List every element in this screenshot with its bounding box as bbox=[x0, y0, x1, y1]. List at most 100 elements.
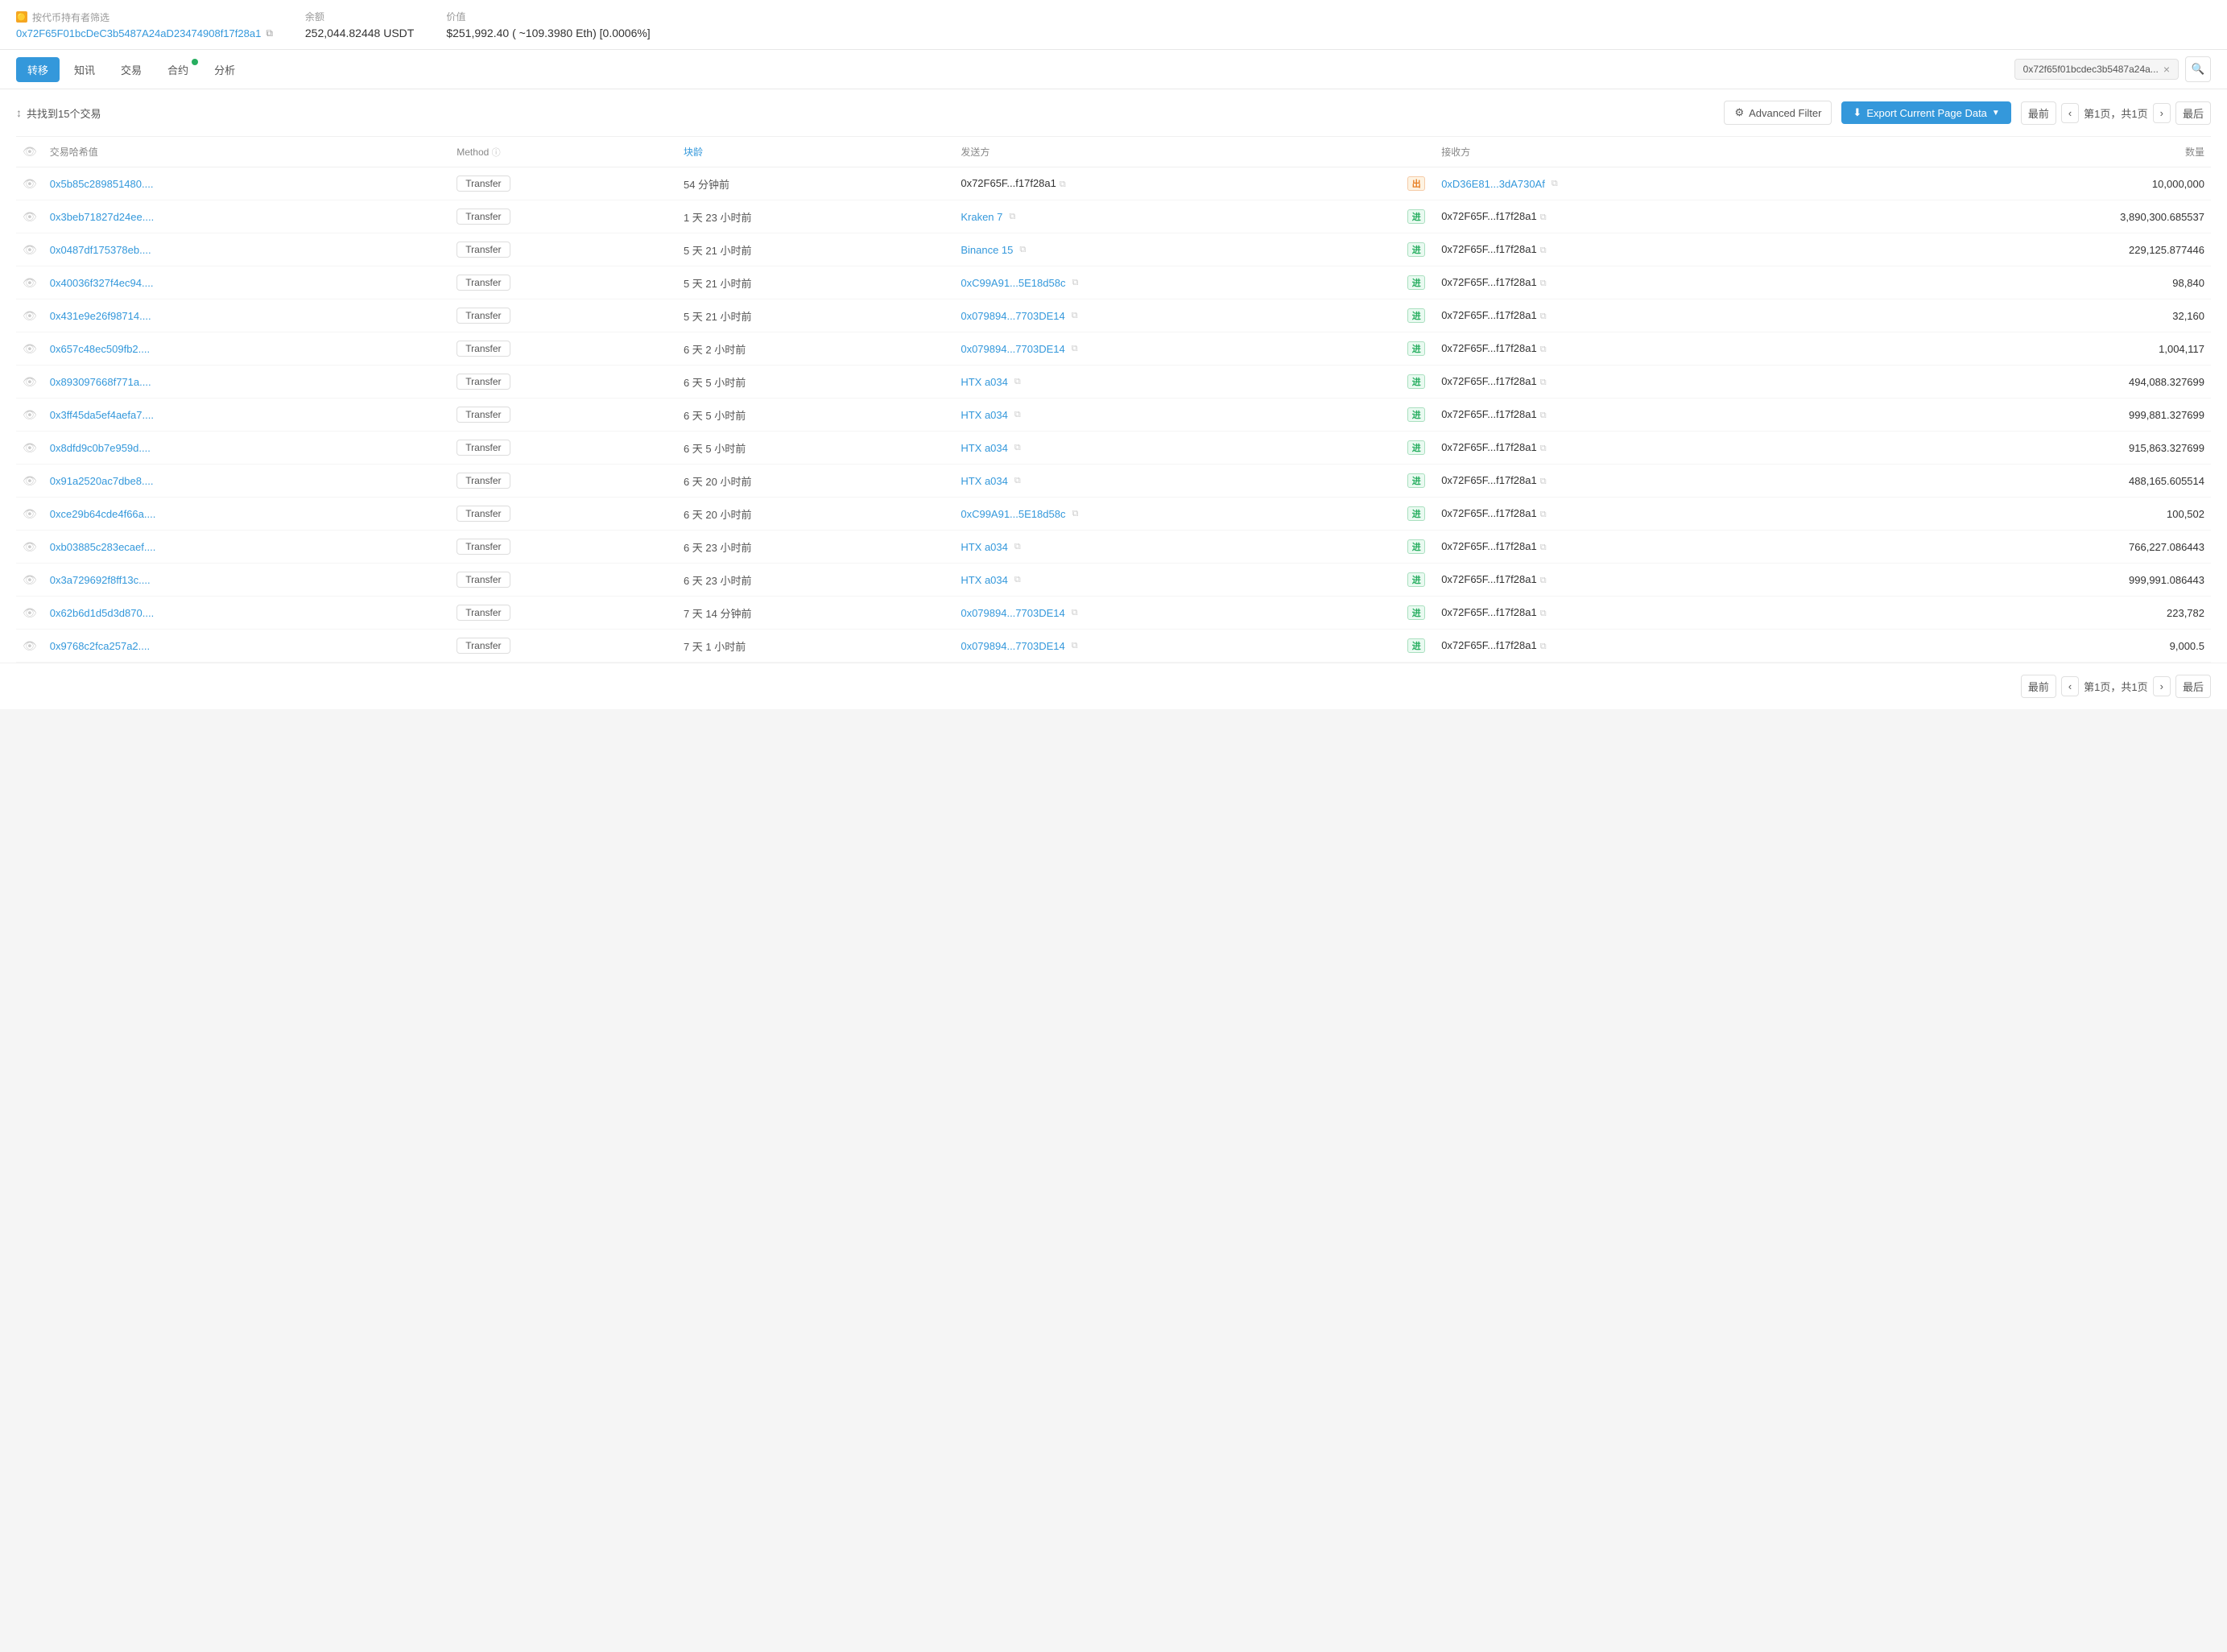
bottom-prev-page-button[interactable]: ‹ bbox=[2061, 676, 2079, 696]
from-address-link[interactable]: Kraken 7⧉ bbox=[961, 211, 1394, 223]
prev-page-button[interactable]: ‹ bbox=[2061, 103, 2079, 123]
copy-from-icon[interactable]: ⧉ bbox=[1014, 575, 1021, 585]
copy-from-icon[interactable]: ⧉ bbox=[1014, 542, 1021, 552]
next-page-button[interactable]: › bbox=[2153, 103, 2171, 123]
first-page-button[interactable]: 最前 bbox=[2021, 101, 2056, 125]
advanced-filter-button[interactable]: ⚙ Advanced Filter bbox=[1724, 101, 1832, 125]
from-address-link[interactable]: HTX a034⧉ bbox=[961, 376, 1394, 388]
copy-from-icon[interactable]: ⧉ bbox=[1072, 278, 1078, 288]
row-eye-icon[interactable]: 👁 bbox=[23, 309, 37, 322]
table-row: 👁 0x8dfd9c0b7e959d.... Transfer 6 天 5 小时… bbox=[16, 432, 2211, 465]
row-eye-icon[interactable]: 👁 bbox=[23, 606, 37, 619]
copy-to-icon[interactable]: ⧉ bbox=[1551, 179, 1558, 189]
tx-hash-link[interactable]: 0x91a2520ac7dbe8.... bbox=[50, 475, 154, 487]
row-eye-icon[interactable]: 👁 bbox=[23, 441, 37, 454]
tx-hash-link[interactable]: 0x431e9e26f98714.... bbox=[50, 310, 151, 322]
from-address-link[interactable]: HTX a034⧉ bbox=[961, 574, 1394, 586]
address-display[interactable]: 0x72F65F01bcDeC3b5487A24aD23474908f17f28… bbox=[16, 27, 273, 39]
tab-info[interactable]: 知讯 bbox=[63, 57, 106, 82]
copy-address-icon[interactable]: ⧉ bbox=[266, 27, 273, 39]
from-address-link[interactable]: 0xC99A91...5E18d58c⧉ bbox=[961, 508, 1394, 520]
copy-to-icon[interactable]: ⧉ bbox=[1540, 312, 1547, 321]
copy-to-icon[interactable]: ⧉ bbox=[1540, 609, 1547, 618]
from-address-link[interactable]: 0x079894...7703DE14⧉ bbox=[961, 343, 1394, 355]
cell-direction: 进 bbox=[1401, 366, 1435, 399]
row-eye-icon[interactable]: 👁 bbox=[23, 276, 37, 289]
from-address-link[interactable]: 0x079894...7703DE14⧉ bbox=[961, 640, 1394, 652]
tx-hash-link[interactable]: 0x5b85c289851480.... bbox=[50, 178, 154, 190]
tx-hash-link[interactable]: 0x3beb71827d24ee.... bbox=[50, 211, 154, 223]
tx-hash-link[interactable]: 0xce29b64cde4f66a.... bbox=[50, 508, 156, 520]
tx-hash-link[interactable]: 0x9768c2fca257a2.... bbox=[50, 640, 150, 652]
tx-hash-link[interactable]: 0x62b6d1d5d3d870.... bbox=[50, 607, 154, 619]
copy-to-icon[interactable]: ⧉ bbox=[1540, 477, 1547, 486]
copy-from-icon[interactable]: ⧉ bbox=[1019, 245, 1026, 255]
row-eye-icon[interactable]: 👁 bbox=[23, 474, 37, 487]
from-address-link[interactable]: HTX a034⧉ bbox=[961, 475, 1394, 487]
row-eye-icon[interactable]: 👁 bbox=[23, 210, 37, 223]
row-eye-icon[interactable]: 👁 bbox=[23, 507, 37, 520]
tab-trade[interactable]: 交易 bbox=[109, 57, 153, 82]
row-eye-icon[interactable]: 👁 bbox=[23, 408, 37, 421]
pill-close-icon[interactable]: × bbox=[2163, 63, 2170, 76]
direction-badge: 进 bbox=[1407, 374, 1425, 389]
from-address-link[interactable]: HTX a034⧉ bbox=[961, 541, 1394, 553]
copy-to-icon[interactable]: ⧉ bbox=[1540, 444, 1547, 453]
row-eye-icon[interactable]: 👁 bbox=[23, 375, 37, 388]
bottom-last-page-button[interactable]: 最后 bbox=[2175, 675, 2211, 698]
tx-hash-link[interactable]: 0x8dfd9c0b7e959d.... bbox=[50, 442, 151, 454]
export-button[interactable]: ⬇ Export Current Page Data ▼ bbox=[1841, 101, 2010, 124]
to-address-text: 0x72F65F...f17f28a1⧉ bbox=[1441, 540, 1546, 553]
copy-from-icon[interactable]: ⧉ bbox=[1014, 377, 1021, 387]
copy-from-icon[interactable]: ⧉ bbox=[1072, 641, 1078, 651]
copy-from-icon[interactable]: ⧉ bbox=[1014, 476, 1021, 486]
copy-from-icon[interactable]: ⧉ bbox=[1009, 212, 1015, 222]
tab-analysis[interactable]: 分析 bbox=[203, 57, 246, 82]
copy-to-icon[interactable]: ⧉ bbox=[1540, 411, 1547, 420]
from-address-link[interactable]: 0xC99A91...5E18d58c⧉ bbox=[961, 277, 1394, 289]
copy-to-icon[interactable]: ⧉ bbox=[1540, 246, 1547, 255]
to-address-text: 0x72F65F...f17f28a1⧉ bbox=[1441, 375, 1546, 388]
row-eye-icon[interactable]: 👁 bbox=[23, 243, 37, 256]
row-eye-icon[interactable]: 👁 bbox=[23, 177, 37, 190]
from-address-link[interactable]: 0x079894...7703DE14⧉ bbox=[961, 310, 1394, 322]
copy-from-icon[interactable]: ⧉ bbox=[1014, 443, 1021, 453]
tx-hash-link[interactable]: 0xb03885c283ecaef.... bbox=[50, 541, 156, 553]
tx-hash-link[interactable]: 0x3a729692f8ff13c.... bbox=[50, 574, 151, 586]
tx-hash-link[interactable]: 0x40036f327f4ec94.... bbox=[50, 277, 154, 289]
copy-to-icon[interactable]: ⧉ bbox=[1540, 378, 1547, 387]
tx-hash-link[interactable]: 0x3ff45da5ef4aefa7.... bbox=[50, 409, 154, 421]
tx-hash-link[interactable]: 0x0487df175378eb.... bbox=[50, 244, 151, 256]
copy-from-icon[interactable]: ⧉ bbox=[1072, 608, 1078, 618]
copy-from-icon[interactable]: ⧉ bbox=[1072, 509, 1078, 519]
row-eye-icon[interactable]: 👁 bbox=[23, 540, 37, 553]
tab-contract[interactable]: 合约 bbox=[156, 57, 200, 82]
search-button[interactable]: 🔍 bbox=[2185, 56, 2211, 82]
copy-from-icon[interactable]: ⧉ bbox=[1072, 311, 1078, 321]
bottom-first-page-button[interactable]: 最前 bbox=[2021, 675, 2056, 698]
copy-to-icon[interactable]: ⧉ bbox=[1540, 543, 1547, 552]
cell-txhash: 0x8dfd9c0b7e959d.... bbox=[43, 432, 450, 465]
tx-hash-link[interactable]: 0x657c48ec509fb2.... bbox=[50, 343, 150, 355]
copy-to-icon[interactable]: ⧉ bbox=[1540, 279, 1547, 288]
row-eye-icon[interactable]: 👁 bbox=[23, 639, 37, 652]
from-address-link[interactable]: HTX a034⧉ bbox=[961, 442, 1394, 454]
copy-from-icon[interactable]: ⧉ bbox=[1060, 180, 1066, 189]
copy-to-icon[interactable]: ⧉ bbox=[1540, 345, 1547, 354]
to-address-link[interactable]: 0xD36E81...3dA730Af⧉ bbox=[1441, 178, 1558, 190]
copy-to-icon[interactable]: ⧉ bbox=[1540, 642, 1547, 651]
copy-to-icon[interactable]: ⧉ bbox=[1540, 213, 1547, 222]
last-page-button[interactable]: 最后 bbox=[2175, 101, 2211, 125]
from-address-link[interactable]: Binance 15⧉ bbox=[961, 244, 1394, 256]
copy-from-icon[interactable]: ⧉ bbox=[1072, 344, 1078, 354]
from-address-link[interactable]: HTX a034⧉ bbox=[961, 409, 1394, 421]
copy-to-icon[interactable]: ⧉ bbox=[1540, 576, 1547, 585]
row-eye-icon[interactable]: 👁 bbox=[23, 342, 37, 355]
copy-to-icon[interactable]: ⧉ bbox=[1540, 510, 1547, 519]
from-address-link[interactable]: 0x079894...7703DE14⧉ bbox=[961, 607, 1394, 619]
tab-transfer[interactable]: 转移 bbox=[16, 57, 60, 82]
row-eye-icon[interactable]: 👁 bbox=[23, 573, 37, 586]
copy-from-icon[interactable]: ⧉ bbox=[1014, 410, 1021, 420]
bottom-next-page-button[interactable]: › bbox=[2153, 676, 2171, 696]
tx-hash-link[interactable]: 0x893097668f771a.... bbox=[50, 376, 151, 388]
